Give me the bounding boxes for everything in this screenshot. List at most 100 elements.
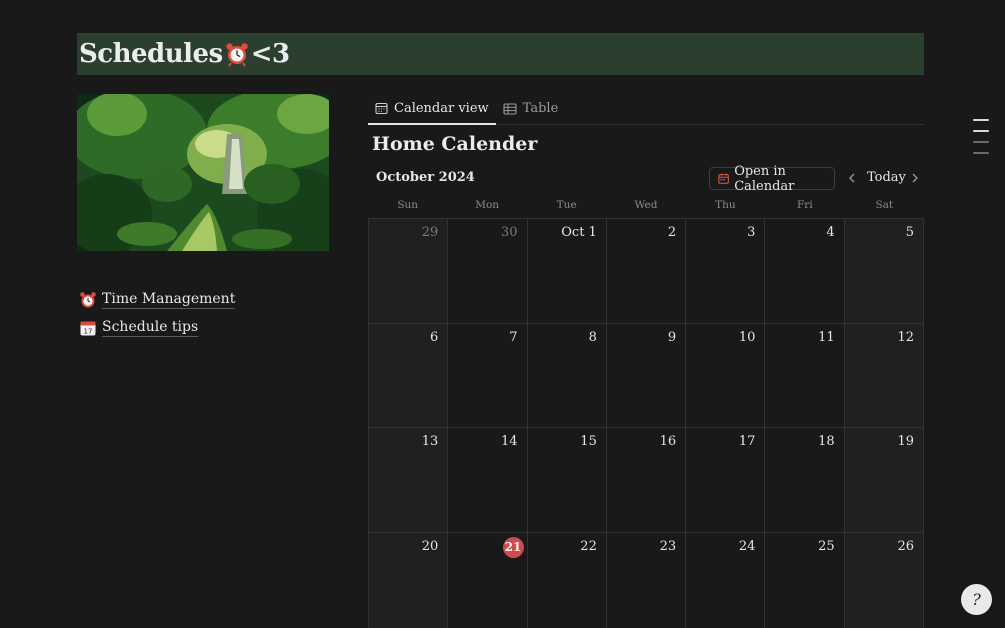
weekday-label: Mon: [475, 199, 500, 211]
calendar-day-cell[interactable]: 3: [686, 219, 766, 324]
calendar-day-cell[interactable]: 21: [448, 532, 528, 628]
calendar-day-cell[interactable]: 2: [606, 219, 687, 324]
calendar-day-cell[interactable]: 4: [765, 219, 845, 324]
calendar-icon: 17: [80, 321, 96, 336]
tab-calendar-view[interactable]: Calendar view: [368, 93, 496, 125]
link-label: Time Management: [102, 291, 236, 309]
calendar-day-cell[interactable]: 6: [369, 323, 449, 428]
calendar-day-cell[interactable]: 7: [448, 323, 528, 428]
calendar-day-cell[interactable]: 11: [765, 323, 845, 428]
link-label: Schedule tips: [102, 319, 199, 337]
calendar-day-cell[interactable]: Oct 1: [527, 219, 607, 324]
calendar-day-cell[interactable]: 24: [686, 532, 766, 628]
day-number: 26: [897, 538, 914, 554]
day-number: 24: [738, 538, 756, 554]
table-icon: [503, 102, 517, 115]
weekday-header: Sun Mon Tue Wed Thu Fri Sat: [368, 196, 924, 218]
day-number: 30: [501, 225, 518, 240]
weekday-label: Thu: [715, 199, 736, 211]
tab-label: Calendar view: [394, 100, 489, 116]
day-number: 8: [588, 329, 597, 345]
day-number: 10: [738, 329, 756, 345]
calendar-day-cell[interactable]: 10: [686, 323, 766, 428]
day-number: 7: [509, 329, 518, 345]
day-number: 6: [430, 329, 439, 345]
calendar-day-cell[interactable]: 26: [844, 532, 924, 628]
day-number: 25: [818, 538, 835, 554]
weekday-label: Tue: [556, 199, 577, 211]
calendar-day-cell[interactable]: 20: [369, 532, 449, 628]
alarm-clock-icon: [80, 292, 96, 308]
weekday-label: Sun: [397, 199, 419, 211]
view-tabs: Calendar view Table: [368, 93, 924, 125]
weekday-label: Sat: [875, 199, 894, 211]
day-number: 13: [421, 434, 439, 449]
table-of-contents[interactable]: [973, 119, 989, 163]
day-number: 20: [421, 538, 439, 554]
calendar-icon-date: 17: [84, 328, 93, 336]
weekday-label: Fri: [797, 199, 813, 211]
chevron-right-icon[interactable]: [908, 171, 922, 185]
calendar-month: October 2024: [376, 170, 475, 185]
link-time-management[interactable]: Time Management: [79, 286, 236, 314]
calendar-day-cell[interactable]: 19: [844, 428, 924, 533]
calendar-title[interactable]: Home Calender: [372, 133, 537, 155]
calendar-day-cell[interactable]: 29: [369, 219, 449, 324]
alarm-clock-icon: [226, 43, 248, 67]
calendar-day-cell[interactable]: 16: [606, 428, 687, 533]
calendar-day-cell[interactable]: 12: [844, 323, 924, 428]
calendar-day-cell[interactable]: 13: [369, 428, 449, 533]
link-schedule-tips[interactable]: 17 Schedule tips: [79, 314, 235, 342]
today-button[interactable]: Today: [867, 170, 906, 185]
open-in-calendar-label: Open in Calendar: [734, 163, 795, 194]
calendar-day-cell[interactable]: 25: [765, 532, 845, 628]
cover-image: [77, 94, 329, 251]
day-number: 29: [421, 225, 439, 240]
day-number: 22: [580, 538, 597, 554]
tab-table[interactable]: Table: [496, 93, 566, 124]
page-title-bar: Schedules <3: [77, 33, 924, 75]
help-icon: ?: [972, 590, 981, 609]
toc-line: [973, 130, 989, 132]
calendar-day-cell[interactable]: 23: [606, 532, 687, 628]
toc-line: [973, 152, 989, 154]
calendar-day-cell[interactable]: 14: [448, 428, 528, 533]
calendar-app-icon: [718, 173, 729, 184]
day-number: Oct 1: [561, 225, 597, 240]
page-links: Time Management 17 Schedule tips: [79, 286, 236, 342]
open-in-calendar-button[interactable]: Open in Calendar: [709, 164, 835, 194]
day-number: 23: [659, 538, 677, 554]
day-number: 15: [580, 434, 597, 449]
page-title[interactable]: Schedules <3: [79, 39, 290, 69]
page-title-text: Schedules: [79, 39, 223, 69]
day-number: 9: [667, 329, 677, 345]
calendar-day-cell[interactable]: 8: [527, 323, 607, 428]
calendar-day-cell[interactable]: 18: [765, 428, 845, 533]
calendar-day-cell[interactable]: 9: [606, 323, 687, 428]
day-number: 16: [659, 434, 677, 449]
day-number: 5: [905, 225, 914, 240]
calendar-grid: 29 30 Oct 1 2 3 4 5 6 7 8 9 10 11 12 13 14 15 16 17 18 19 20 2…: [368, 218, 924, 628]
calendar-day-cell[interactable]: 30: [448, 219, 528, 324]
toc-line: [973, 141, 989, 143]
toc-line: [973, 119, 989, 121]
calendar-day-cell[interactable]: 22: [527, 532, 607, 628]
chevron-left-icon[interactable]: [845, 171, 859, 185]
day-number: 11: [818, 329, 835, 345]
day-number: 19: [897, 434, 914, 449]
day-number: 12: [897, 329, 914, 345]
help-button[interactable]: ?: [961, 584, 992, 615]
page-title-suffix: <3: [250, 39, 290, 69]
day-number: 17: [738, 434, 756, 449]
calendar-day-cell[interactable]: 15: [527, 428, 607, 533]
calendar-day-cell[interactable]: 5: [844, 219, 924, 324]
day-number: 4: [826, 225, 835, 240]
calendar-day-cell[interactable]: 17: [686, 428, 766, 533]
day-number: 14: [501, 434, 518, 449]
day-number: 18: [818, 434, 835, 449]
day-number: 2: [667, 225, 677, 240]
calendar-view-icon: [375, 102, 388, 114]
day-number: 3: [747, 225, 756, 240]
tab-label: Table: [522, 101, 559, 116]
weekday-label: Wed: [634, 199, 658, 211]
